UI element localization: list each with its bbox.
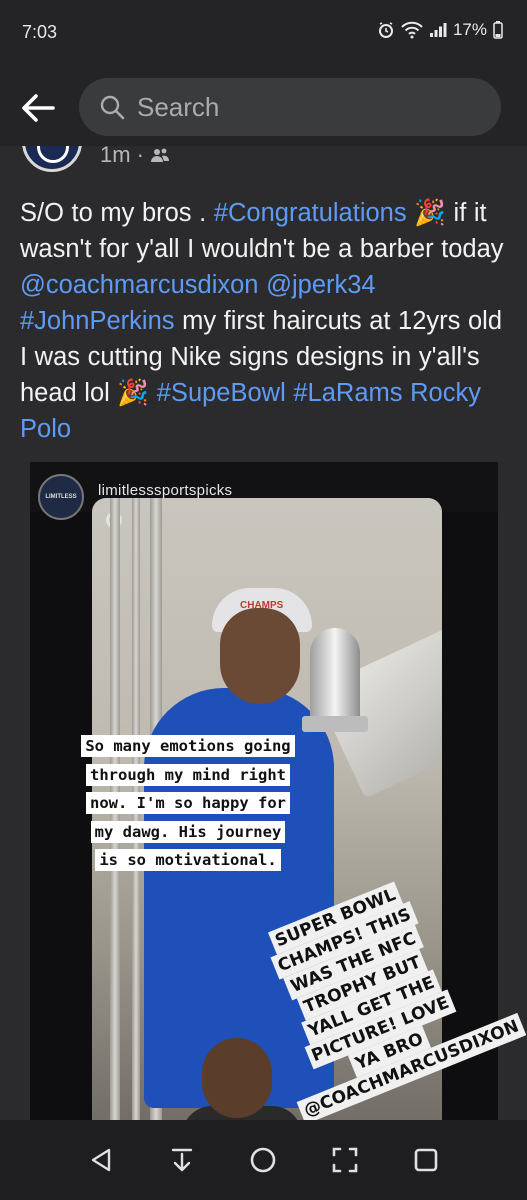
source-account-name: limitlesssportspicks bbox=[98, 482, 233, 499]
person-head bbox=[220, 608, 300, 704]
post-link[interactable]: @coachmarcusdixon bbox=[20, 271, 259, 299]
post-timestamp[interactable]: 1m · bbox=[100, 146, 170, 168]
download-icon bbox=[171, 1148, 193, 1172]
trophy bbox=[310, 628, 360, 723]
signal-icon bbox=[429, 23, 447, 37]
caption-line: So many emotions going bbox=[81, 735, 295, 757]
wifi-icon bbox=[401, 21, 423, 39]
nav-home-button[interactable] bbox=[241, 1138, 285, 1182]
source-account-avatar: LIMITLESS bbox=[38, 474, 84, 520]
post-link[interactable]: #SupeBowl bbox=[157, 379, 286, 407]
caption-line: through my mind right bbox=[86, 763, 290, 786]
caption-line: now. I'm so happy for bbox=[86, 792, 290, 814]
search-placeholder: Search bbox=[137, 91, 220, 122]
back-button[interactable] bbox=[14, 84, 62, 132]
battery-percent: 17% bbox=[452, 20, 487, 39]
trophy-base bbox=[302, 716, 368, 732]
post-link[interactable]: #JohnPerkins bbox=[20, 307, 175, 335]
caption-line: my dawg. His journey bbox=[90, 820, 286, 843]
screenshot-frame-icon bbox=[332, 1147, 358, 1173]
battery-icon bbox=[493, 21, 503, 39]
post-body-text: S/O to my bros . #Congratulations 🎉 if i… bbox=[20, 195, 512, 447]
status-time: 7:03 bbox=[22, 22, 58, 42]
post-link[interactable]: #LaRams bbox=[293, 379, 402, 407]
nav-screenshot-button[interactable] bbox=[323, 1138, 367, 1182]
nav-recents-button[interactable] bbox=[404, 1138, 448, 1182]
caption-line: is so motivational. bbox=[95, 849, 281, 871]
recents-square-icon bbox=[414, 1148, 438, 1172]
image-caption: So many emotions going through my mind ri… bbox=[52, 732, 324, 875]
post-text-segment: S/O to my bros . bbox=[20, 199, 214, 227]
search-icon bbox=[97, 92, 127, 122]
arrow-left-icon bbox=[22, 94, 55, 122]
nav-download-button[interactable] bbox=[160, 1138, 204, 1182]
friends-icon bbox=[151, 148, 170, 162]
post-text-segment bbox=[403, 379, 411, 407]
post-link[interactable]: @jperk34 bbox=[266, 271, 376, 299]
system-nav-bar bbox=[0, 1120, 527, 1200]
second-person-head bbox=[202, 1038, 272, 1118]
home-circle-icon bbox=[251, 1147, 276, 1173]
search-input[interactable]: Search bbox=[79, 78, 501, 136]
alarm-icon bbox=[378, 22, 393, 38]
post-header: 1m · bbox=[0, 146, 527, 172]
nav-back-button[interactable] bbox=[79, 1138, 123, 1182]
post-text-segment bbox=[259, 271, 267, 299]
author-avatar[interactable] bbox=[22, 146, 82, 172]
status-icons: 17% bbox=[377, 20, 503, 40]
status-bar: 7:03 17% bbox=[0, 0, 527, 64]
source-account-badge: LIMITLESS bbox=[45, 494, 77, 500]
top-app-bar: Search bbox=[0, 64, 527, 146]
post-time-text: 1m · bbox=[100, 146, 144, 167]
post-link[interactable]: #Congratulations bbox=[214, 199, 407, 227]
back-triangle-icon bbox=[91, 1148, 110, 1172]
